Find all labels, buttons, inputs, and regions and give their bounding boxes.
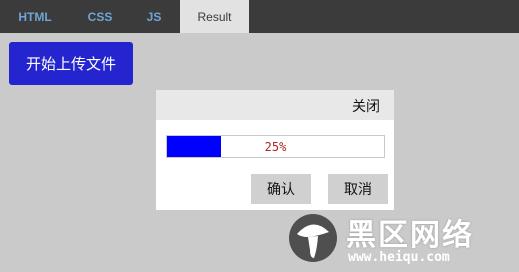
dialog-header: 关闭 bbox=[156, 90, 394, 120]
tab-js[interactable]: JS bbox=[130, 0, 178, 33]
mushroom-logo-icon bbox=[289, 214, 337, 262]
confirm-button[interactable]: 确认 bbox=[251, 174, 311, 204]
close-button[interactable]: 关闭 bbox=[352, 96, 380, 116]
watermark-title: 黑区网络 bbox=[346, 218, 474, 253]
start-upload-button[interactable]: 开始上传文件 bbox=[9, 42, 133, 85]
tab-css[interactable]: CSS bbox=[70, 0, 130, 33]
watermark: 黑区网络 www.heiqu.com bbox=[288, 208, 516, 270]
cancel-button[interactable]: 取消 bbox=[328, 174, 388, 204]
upload-dialog: 关闭 25% 确认 取消 bbox=[156, 90, 394, 210]
tab-html[interactable]: HTML bbox=[0, 0, 70, 33]
tab-result[interactable]: Result bbox=[180, 0, 249, 33]
progress-text: 25% bbox=[264, 139, 287, 154]
progress-bar: 25% bbox=[166, 135, 385, 158]
tab-bar: HTML CSS JS Result bbox=[0, 0, 519, 33]
watermark-url: www.heiqu.com bbox=[348, 250, 450, 265]
